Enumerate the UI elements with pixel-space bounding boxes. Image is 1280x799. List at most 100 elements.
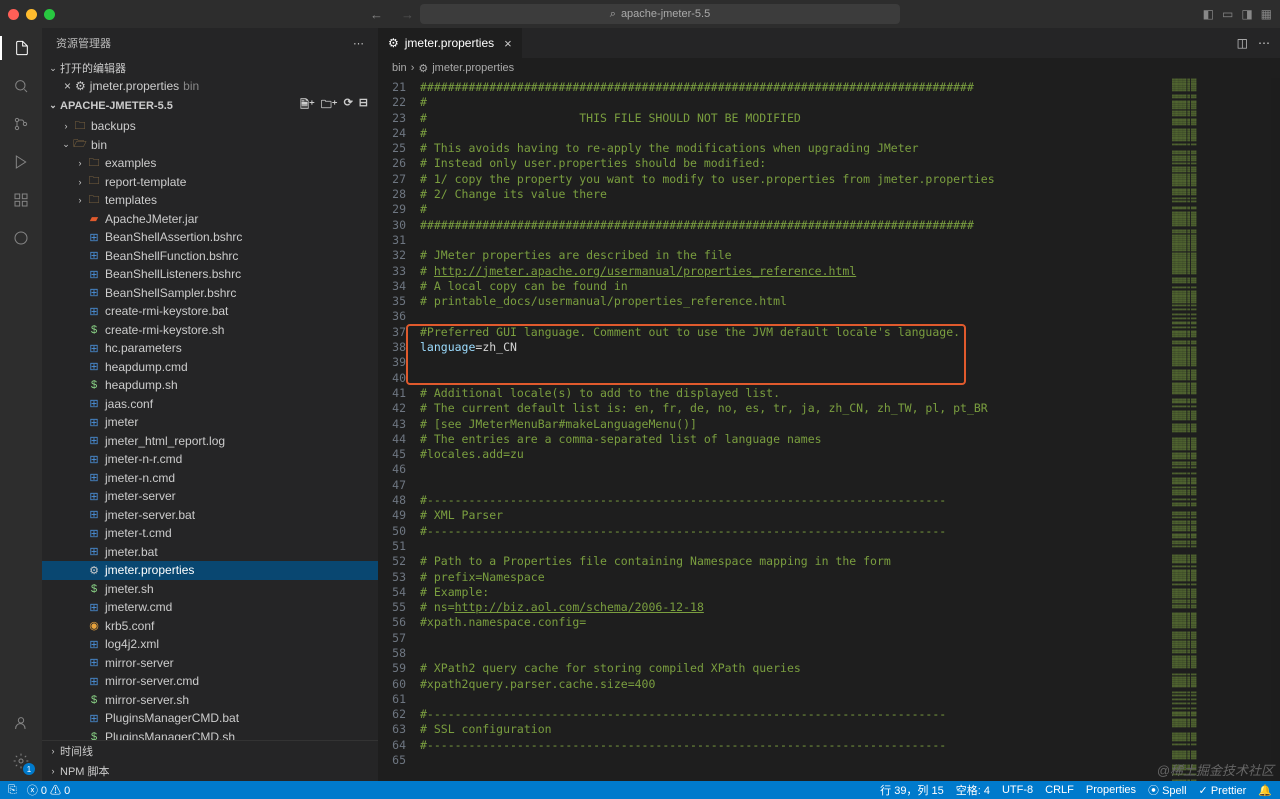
- maximize-window[interactable]: [44, 9, 55, 20]
- close-window[interactable]: [8, 9, 19, 20]
- file-item[interactable]: ⊞jmeter-t.cmd: [42, 524, 378, 543]
- code-content[interactable]: ########################################…: [420, 78, 1170, 781]
- file-item[interactable]: ⊞mirror-server.cmd: [42, 672, 378, 691]
- cursor-position[interactable]: 行 39，列 15: [880, 782, 944, 798]
- status-bar: ⎘ ⓧ 0 ⚠ 0 行 39，列 15 空格: 4 UTF-8 CRLF Pro…: [0, 781, 1280, 799]
- file-item[interactable]: ▰ApacheJMeter.jar: [42, 210, 378, 229]
- file-item[interactable]: ⊞BeanShellSampler.bshrc: [42, 284, 378, 303]
- minimize-window[interactable]: [26, 9, 37, 20]
- tab-jmeter-properties[interactable]: ⚙ jmeter.properties ×: [378, 28, 523, 58]
- eol[interactable]: CRLF: [1045, 784, 1074, 796]
- problems-indicator[interactable]: ⓧ 0 ⚠ 0: [27, 782, 70, 798]
- file-item[interactable]: ⊞PluginsManagerCMD.bat: [42, 709, 378, 728]
- chevron-down-icon: ⌄: [46, 63, 60, 74]
- open-editors-section[interactable]: ⌄ 打开的编辑器: [42, 58, 378, 78]
- more-icon[interactable]: ⋯: [353, 37, 364, 50]
- remote-indicator[interactable]: ⎘: [8, 784, 17, 797]
- folder-item[interactable]: ›🗀report-template: [42, 173, 378, 192]
- indentation[interactable]: 空格: 4: [956, 782, 990, 798]
- close-tab-icon[interactable]: ×: [504, 36, 512, 51]
- open-file-path: bin: [183, 79, 199, 93]
- editor-tabs: ⚙ jmeter.properties × ◫ ⋯: [378, 28, 1280, 58]
- new-file-icon[interactable]: 🗎⁺: [300, 96, 315, 115]
- chevron-right-icon: ›: [46, 746, 60, 756]
- layout-primary-icon[interactable]: ◧: [1203, 7, 1214, 21]
- line-gutter: 21 22 23 24 25 26 27 28 29 30 31 32 33 3…: [378, 78, 420, 781]
- file-item[interactable]: ⊞create-rmi-keystore.bat: [42, 302, 378, 321]
- source-control-icon[interactable]: [9, 112, 33, 136]
- debug-icon[interactable]: [9, 150, 33, 174]
- project-section[interactable]: ⌄ APACHE-JMETER-5.5 🗎⁺ 🗀⁺ ⟳ ⊟: [42, 94, 378, 117]
- file-item[interactable]: ⊞jmeter-n-r.cmd: [42, 450, 378, 469]
- prettier-status[interactable]: ✓ Prettier: [1199, 784, 1247, 797]
- close-icon[interactable]: ×: [64, 79, 71, 93]
- layout-panel-icon[interactable]: ▭: [1222, 7, 1233, 21]
- collapse-icon[interactable]: ⊟: [359, 96, 368, 115]
- open-editors-label: 打开的编辑器: [60, 60, 126, 76]
- window-controls: [8, 9, 55, 20]
- file-item[interactable]: $PluginsManagerCMD.sh: [42, 728, 378, 741]
- file-item[interactable]: ⊞jmeter-server.bat: [42, 506, 378, 525]
- folder-item[interactable]: ›🗀examples: [42, 154, 378, 173]
- breadcrumb-item[interactable]: bin: [392, 62, 407, 74]
- folder-item[interactable]: ⌄🗁bin: [42, 136, 378, 155]
- file-item[interactable]: $heapdump.sh: [42, 376, 378, 395]
- refresh-icon[interactable]: ⟳: [344, 96, 353, 115]
- file-item[interactable]: $mirror-server.sh: [42, 691, 378, 710]
- folder-item[interactable]: ›🗀templates: [42, 191, 378, 210]
- project-name: APACHE-JMETER-5.5: [60, 100, 173, 112]
- npm-label: NPM 脚本: [60, 763, 110, 779]
- gear-icon: ⚙: [75, 79, 86, 93]
- more-actions-icon[interactable]: ⋯: [1258, 36, 1270, 50]
- gear-icon: ⚙: [418, 62, 428, 75]
- command-center[interactable]: ⌕ apache-jmeter-5.5: [420, 4, 900, 24]
- file-item[interactable]: ⊞heapdump.cmd: [42, 358, 378, 377]
- file-item[interactable]: ⊞BeanShellListeners.bshrc: [42, 265, 378, 284]
- remote-icon[interactable]: [9, 226, 33, 250]
- breadcrumb[interactable]: bin › ⚙ jmeter.properties: [378, 58, 1280, 78]
- open-editor-item[interactable]: × ⚙ jmeter.properties bin: [42, 78, 378, 94]
- file-item[interactable]: ⊞BeanShellFunction.bshrc: [42, 247, 378, 266]
- npm-section[interactable]: › NPM 脚本: [42, 761, 378, 781]
- chevron-down-icon: ⌄: [46, 100, 60, 111]
- notifications-icon[interactable]: 🔔: [1258, 784, 1272, 797]
- new-folder-icon[interactable]: 🗀⁺: [321, 96, 338, 115]
- split-editor-icon[interactable]: ◫: [1237, 36, 1248, 50]
- nav-back-icon[interactable]: ←: [370, 7, 383, 22]
- file-item[interactable]: ⊞mirror-server: [42, 654, 378, 673]
- customize-layout-icon[interactable]: ▦: [1261, 7, 1272, 21]
- file-item[interactable]: ⊞jmeterw.cmd: [42, 598, 378, 617]
- settings-gear-icon[interactable]: 1: [9, 749, 33, 773]
- extensions-icon[interactable]: [9, 188, 33, 212]
- file-item[interactable]: ⊞hc.parameters: [42, 339, 378, 358]
- language-mode[interactable]: Properties: [1086, 784, 1136, 796]
- folder-item[interactable]: ›🗀backups: [42, 117, 378, 136]
- file-item[interactable]: ⚙jmeter.properties: [42, 561, 378, 580]
- file-item[interactable]: ⊞BeanShellAssertion.bshrc: [42, 228, 378, 247]
- file-item[interactable]: ⊞jmeter-n.cmd: [42, 469, 378, 488]
- titlebar: ← → ⌕ apache-jmeter-5.5 ◧ ▭ ◨ ▦: [0, 0, 1280, 28]
- file-item[interactable]: $jmeter.sh: [42, 580, 378, 599]
- tab-label: jmeter.properties: [405, 36, 494, 50]
- account-icon[interactable]: [9, 711, 33, 735]
- file-item[interactable]: ⊞jmeter_html_report.log: [42, 432, 378, 451]
- breadcrumb-item[interactable]: jmeter.properties: [432, 62, 514, 74]
- file-item[interactable]: ⊞jaas.conf: [42, 395, 378, 414]
- minimap[interactable]: ████████████████ ███ ██████ ████████████…: [1170, 78, 1280, 781]
- file-item[interactable]: $create-rmi-keystore.sh: [42, 321, 378, 340]
- file-tree: ›🗀backups⌄🗁bin›🗀examples›🗀report-templat…: [42, 117, 378, 740]
- file-item[interactable]: ⊞jmeter: [42, 413, 378, 432]
- file-item[interactable]: ⊞jmeter-server: [42, 487, 378, 506]
- timeline-section[interactable]: › 时间线: [42, 741, 378, 761]
- search-activity-icon[interactable]: [9, 74, 33, 98]
- timeline-label: 时间线: [60, 743, 93, 759]
- nav-forward-icon[interactable]: →: [401, 7, 414, 22]
- spell-status[interactable]: ⦿ Spell: [1148, 782, 1187, 798]
- file-item[interactable]: ◉krb5.conf: [42, 617, 378, 636]
- file-item[interactable]: ⊞jmeter.bat: [42, 543, 378, 562]
- explorer-icon[interactable]: [0, 36, 42, 60]
- file-item[interactable]: ⊞log4j2.xml: [42, 635, 378, 654]
- layout-secondary-icon[interactable]: ◨: [1241, 7, 1252, 21]
- open-file-name: jmeter.properties: [90, 79, 179, 93]
- encoding[interactable]: UTF-8: [1002, 784, 1033, 796]
